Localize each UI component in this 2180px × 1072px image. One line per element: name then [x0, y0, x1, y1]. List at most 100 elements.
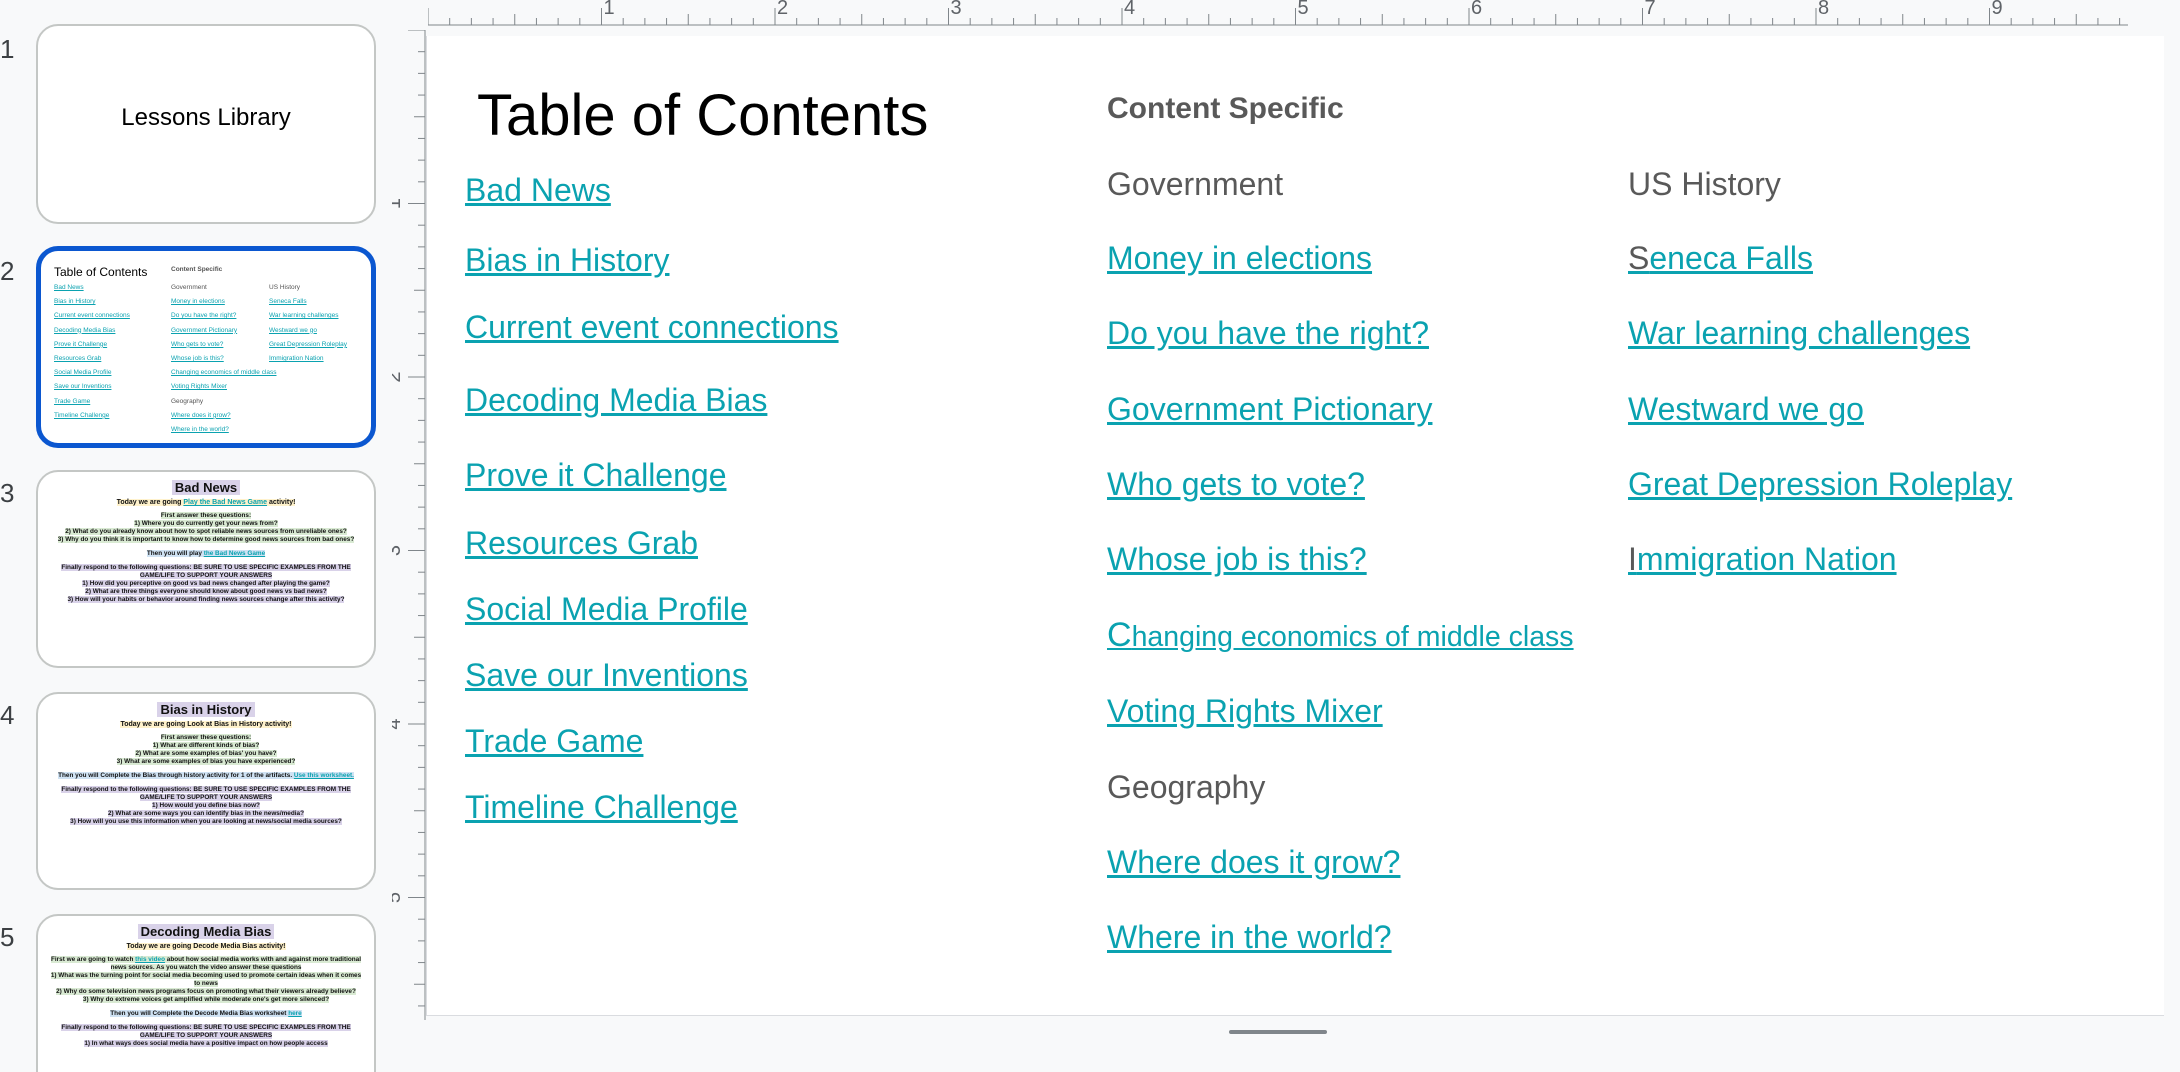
link-seneca-falls[interactable]: Seneca Falls: [1628, 240, 1813, 277]
thumb-text: 2) What are three things everyone should…: [85, 588, 327, 595]
government-heading: Government: [1107, 166, 1284, 202]
slide-number: 5: [0, 922, 15, 952]
slide-thumbnail-1[interactable]: Lessons Library: [36, 24, 376, 224]
ruler-label: 4: [1124, 0, 1135, 19]
us-history-heading: US History: [1628, 166, 1781, 202]
thumb-text: Finally respond to the following questio…: [61, 786, 351, 801]
link-save-our-inventions[interactable]: Save our Inventions: [465, 657, 748, 694]
slide-thumbnail-2[interactable]: Table of Contents Content Specific Bad N…: [36, 246, 376, 448]
thumb-text: 1) How would you define bias now?: [152, 802, 260, 809]
link-war-learning-challenges[interactable]: War learning challenges: [1628, 315, 1970, 352]
slide-filmstrip[interactable]: 1 Lessons Library 2 Table of Contents Co…: [0, 0, 395, 1072]
ruler-label: 6: [1471, 0, 1482, 19]
thumb-text: Finally respond to the following questio…: [61, 564, 351, 579]
thumb-text: 2) What do you already know about how to…: [65, 528, 347, 535]
thumb-content-specific: Content Specific: [171, 266, 223, 273]
thumb-text: 3) Why do you think it is important to k…: [57, 536, 355, 543]
geography-heading: Geography: [1107, 769, 1266, 805]
link-prove-it-challenge[interactable]: Prove it Challenge: [465, 457, 726, 494]
link-westward-we-go[interactable]: Westward we go: [1628, 391, 1864, 428]
content-specific-heading: Content Specific: [1107, 92, 1344, 125]
thumb-title: Lessons Library: [121, 104, 291, 131]
link-do-you-have-the-right[interactable]: Do you have the right?: [1107, 315, 1429, 352]
link-bad-news[interactable]: Bad News: [465, 172, 611, 209]
thumb-toc-item: Save our Inventions: [54, 383, 112, 391]
thumb-toc-item: Where does it grow?: [171, 411, 231, 419]
link-resources-grab[interactable]: Resources Grab: [465, 525, 698, 562]
thumb-text: 1) What was the turning point for social…: [50, 972, 362, 987]
thumb-title: Decoding Media Bias: [137, 924, 275, 939]
ruler-label: 8: [1818, 0, 1829, 19]
thumb-subtitle: Today we are going Look at Bias in Histo…: [120, 721, 292, 728]
slide-thumbnail-3[interactable]: Bad News Today we are going Play the Bad…: [36, 470, 376, 668]
link-voting-rights-mixer[interactable]: Voting Rights Mixer: [1107, 693, 1383, 730]
link-whose-job-is-this[interactable]: Whose job is this?: [1107, 541, 1367, 578]
thumb-toc-item: Bad News: [54, 284, 84, 291]
vertical-ruler[interactable]: 1 2 3 4 5: [392, 30, 428, 1020]
thumb-toc-item: Social Media Profile: [54, 369, 112, 377]
thumb-text: Finally respond to the following questio…: [61, 1024, 351, 1039]
slide-thumbnail-4[interactable]: Bias in History Today we are going Look …: [36, 692, 376, 890]
thumb-toc-item: Who gets to vote?: [171, 340, 224, 348]
link-great-depression-roleplay[interactable]: Great Depression Roleplay: [1628, 466, 2012, 503]
thumb-text: 3) What are some examples of bias you ha…: [116, 758, 296, 765]
thumb-subtitle: Today we are going Decode Media Bias act…: [126, 943, 286, 950]
thumb-toc-item: Westward we go: [269, 326, 317, 334]
thumb-toc-item: Where in the world?: [171, 426, 229, 434]
thumb-toc-item: Current event connections: [54, 312, 130, 320]
thumb-title: Bias in History: [157, 702, 255, 717]
thumb-toc-item: Whose job is this?: [171, 355, 224, 363]
thumb-toc-item: Timeline Challenge: [54, 411, 110, 419]
thumb-col-us-history: US History Seneca Falls War learning chall…: [269, 281, 347, 366]
slide-number: 3: [0, 478, 15, 508]
link-decoding-media-bias[interactable]: Decoding Media Bias: [465, 382, 767, 419]
thumb-toc-item: Bias in History: [54, 298, 96, 306]
ruler-label: 1: [604, 0, 615, 19]
thumb-lesson-content: Bad News Today we are going Play the Bad…: [38, 472, 374, 604]
thumb-text: 3) How will you use this information whe…: [70, 818, 342, 825]
thumb-col-government: Government Money in elections Do you have …: [171, 281, 277, 437]
ruler-label: 5: [392, 892, 405, 903]
thumb-toc-item: Government: [171, 284, 207, 291]
link-where-in-the-world[interactable]: Where in the world?: [1107, 919, 1392, 956]
thumb-toc-item: Great Depression Roleplay: [269, 340, 348, 348]
link-government-pictionary[interactable]: Government Pictionary: [1107, 391, 1432, 428]
thumb-lesson-content: Bias in History Today we are going Look …: [38, 694, 374, 826]
slide-canvas[interactable]: Table of Contents Bad News Bias in Histo…: [426, 36, 2164, 1016]
link-who-gets-to-vote[interactable]: Who gets to vote?: [1107, 466, 1365, 503]
link-money-in-elections[interactable]: Money in elections: [1107, 240, 1372, 277]
thumb-text: 3) Why do extreme voices get amplified w…: [82, 996, 330, 1003]
panel-resize-handle[interactable]: [1229, 1030, 1327, 1034]
link-bias-in-history[interactable]: Bias in History: [465, 242, 670, 279]
thumb-toc-item: US History: [269, 284, 301, 291]
link-trade-game[interactable]: Trade Game: [465, 723, 643, 760]
horizontal-ruler[interactable]: 1 2 3 4 5 6 7 8 9: [428, 0, 2128, 28]
ruler-label: 4: [392, 718, 405, 729]
thumb-toc-item: Resources Grab: [54, 355, 102, 363]
ruler-label: 2: [392, 371, 405, 382]
link-current-event-connections[interactable]: Current event connections: [465, 309, 839, 346]
link-social-media-profile[interactable]: Social Media Profile: [465, 591, 748, 628]
thumb-text: First answer these questions:: [160, 734, 252, 741]
thumb-toc-item: War learning challenges: [269, 312, 339, 320]
link-timeline-challenge[interactable]: Timeline Challenge: [465, 789, 738, 826]
slide-title[interactable]: Table of Contents: [477, 82, 928, 149]
thumb-toc-item: Money in elections: [171, 298, 225, 306]
link-where-does-it-grow[interactable]: Where does it grow?: [1107, 844, 1400, 881]
thumb-toc-item: Prove it Challenge: [54, 340, 108, 348]
thumb-text: 2) Why do some television news programs …: [56, 988, 356, 995]
link-changing-economics-of-middle-class[interactable]: Changing economics of middle class: [1107, 616, 1574, 655]
ruler-label: 7: [1645, 0, 1656, 19]
thumb-title: Bad News: [171, 480, 241, 495]
link-immigration-nation[interactable]: Immigration Nation: [1628, 541, 1897, 578]
thumb-text: 1) What are different kinds of bias?: [152, 742, 260, 749]
thumb-toc-item: Trade Game: [54, 397, 91, 405]
thumb-text: 1) In what ways does social media have a…: [84, 1040, 328, 1047]
thumb-toc-item: Immigration Nation: [269, 355, 324, 363]
thumb-toc-item: Decoding Media Bias: [54, 326, 116, 334]
slide-thumbnail-5[interactable]: Decoding Media Bias Today we are going D…: [36, 914, 376, 1072]
thumb-title: Table of Contents: [54, 265, 148, 279]
slide-number: 2: [0, 256, 15, 286]
thumb-lesson-content: Decoding Media Bias Today we are going D…: [38, 916, 374, 1048]
thumb-text: First answer these questions:: [160, 512, 252, 519]
